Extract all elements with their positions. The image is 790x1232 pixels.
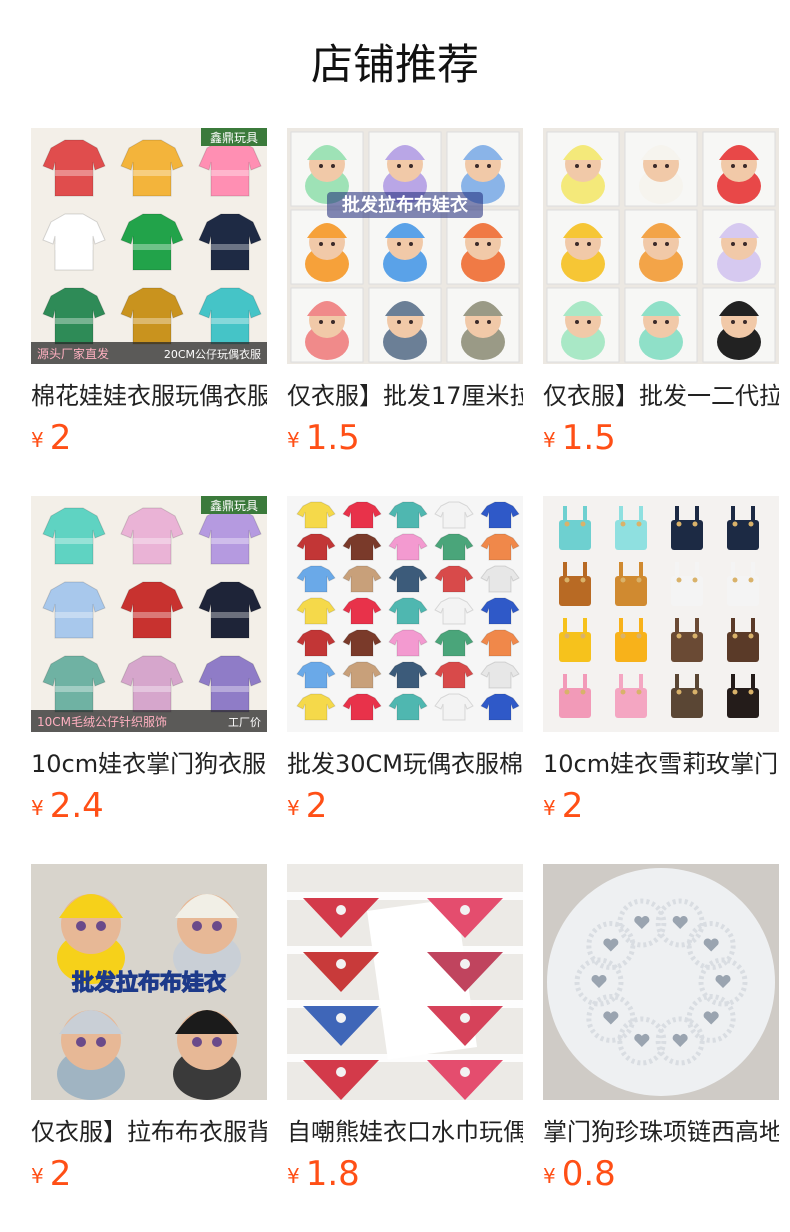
page-title: 店铺推荐 (310, 40, 479, 89)
overlay-left-text: 源头厂家直发 (37, 346, 109, 361)
product-price: ¥2 (31, 414, 71, 462)
overlay-right-text: 20CM公仔玩偶衣服 (164, 347, 261, 361)
price-value: 0.8 (561, 1154, 616, 1194)
product-image-shirts[interactable] (287, 496, 523, 732)
overlay-banner: 批发拉布布娃衣 (342, 194, 468, 216)
price-value: 2 (49, 418, 72, 458)
product-image-sweaters[interactable]: 鑫鼎玩具源头厂家直发 20CM公仔玩偶衣服 (31, 128, 267, 364)
product-card[interactable]: 掌门狗珍珠项链西高地配饰¥0.8 (543, 864, 779, 1204)
product-name[interactable]: 批发30CM玩偶衣服棉花娃 (287, 744, 523, 784)
product-card[interactable]: 仅衣服】批发一二代拉布布¥1.5 (543, 128, 779, 468)
product-price: ¥2 (287, 782, 327, 830)
product-name[interactable]: 掌门狗珍珠项链西高地配饰 (543, 1112, 779, 1152)
product-name[interactable]: 10cm娃衣掌门狗衣服开衫 (31, 744, 267, 784)
product-name[interactable]: 仅衣服】批发一二代拉布布 (543, 376, 779, 416)
product-name[interactable]: 自嘲熊娃衣口水巾玩偶配饰 (287, 1112, 523, 1152)
product-card[interactable]: 鑫鼎玩具10CM毛绒公仔针织服饰工厂价10cm娃衣掌门狗衣服开衫¥2.4 (31, 496, 267, 836)
price-value: 2 (561, 786, 584, 826)
brand-label: 鑫鼎玩具 (210, 130, 258, 145)
currency-symbol: ¥ (287, 428, 300, 452)
overlay-banner: 批发拉布布娃衣 (72, 970, 226, 996)
product-price: ¥1.5 (543, 414, 616, 462)
currency-symbol: ¥ (543, 1164, 556, 1188)
price-value: 2 (305, 786, 328, 826)
price-value: 1.5 (561, 418, 616, 458)
product-image-cardigans[interactable]: 鑫鼎玩具 10CM毛绒公仔针织服饰 工厂价 (31, 496, 267, 732)
price-value: 1.8 (305, 1154, 360, 1194)
product-card[interactable]: 鑫鼎玩具源头厂家直发20CM公仔玩偶衣服棉花娃娃衣服玩偶衣服毛衣¥2 (31, 128, 267, 468)
product-price: ¥0.8 (543, 1150, 616, 1198)
price-value: 2.4 (49, 786, 104, 826)
product-price: ¥2 (31, 1150, 71, 1198)
brand-label: 鑫鼎玩具 (210, 498, 258, 513)
overlay-right-text: 工厂价 (228, 716, 261, 729)
product-card[interactable]: 自嘲熊娃衣口水巾玩偶配饰¥1.8 (287, 864, 523, 1204)
currency-symbol: ¥ (543, 796, 556, 820)
product-image-overalls[interactable] (543, 496, 779, 732)
product-price: ¥2.4 (31, 782, 104, 830)
product-card[interactable]: 批发拉布布娃衣仅衣服】批发17厘米拉布布¥1.5 (287, 128, 523, 468)
product-card[interactable]: 批发拉布布娃衣仅衣服】拉布布衣服背带裤¥2 (31, 864, 267, 1204)
price-value: 1.5 (305, 418, 360, 458)
product-name[interactable]: 仅衣服】批发17厘米拉布布 (287, 376, 523, 416)
product-image-bibs[interactable] (287, 864, 523, 1100)
currency-symbol: ¥ (31, 1164, 44, 1188)
product-card[interactable]: 批发30CM玩偶衣服棉花娃¥2 (287, 496, 523, 836)
product-price: ¥1.5 (287, 414, 360, 462)
currency-symbol: ¥ (287, 796, 300, 820)
currency-symbol: ¥ (543, 428, 556, 452)
product-name[interactable]: 10cm娃衣雪莉玫掌门狗背带 (543, 744, 779, 784)
product-image-dolls[interactable] (543, 128, 779, 364)
product-card[interactable]: 10cm娃衣雪莉玫掌门狗背带¥2 (543, 496, 779, 836)
product-image-dolls[interactable]: 批发拉布布娃衣 (31, 864, 267, 1100)
product-price: ¥2 (543, 782, 583, 830)
product-name[interactable]: 仅衣服】拉布布衣服背带裤 (31, 1112, 267, 1152)
overlay-left-text: 10CM毛绒公仔针织服饰 (37, 714, 167, 729)
currency-symbol: ¥ (287, 1164, 300, 1188)
product-name[interactable]: 棉花娃娃衣服玩偶衣服毛衣 (31, 376, 267, 416)
product-price: ¥1.8 (287, 1150, 360, 1198)
product-image-dolls[interactable]: 批发拉布布娃衣 (287, 128, 523, 364)
product-image-pearl-necklaces[interactable] (543, 864, 779, 1100)
currency-symbol: ¥ (31, 796, 44, 820)
price-value: 2 (49, 1154, 72, 1194)
currency-symbol: ¥ (31, 428, 44, 452)
